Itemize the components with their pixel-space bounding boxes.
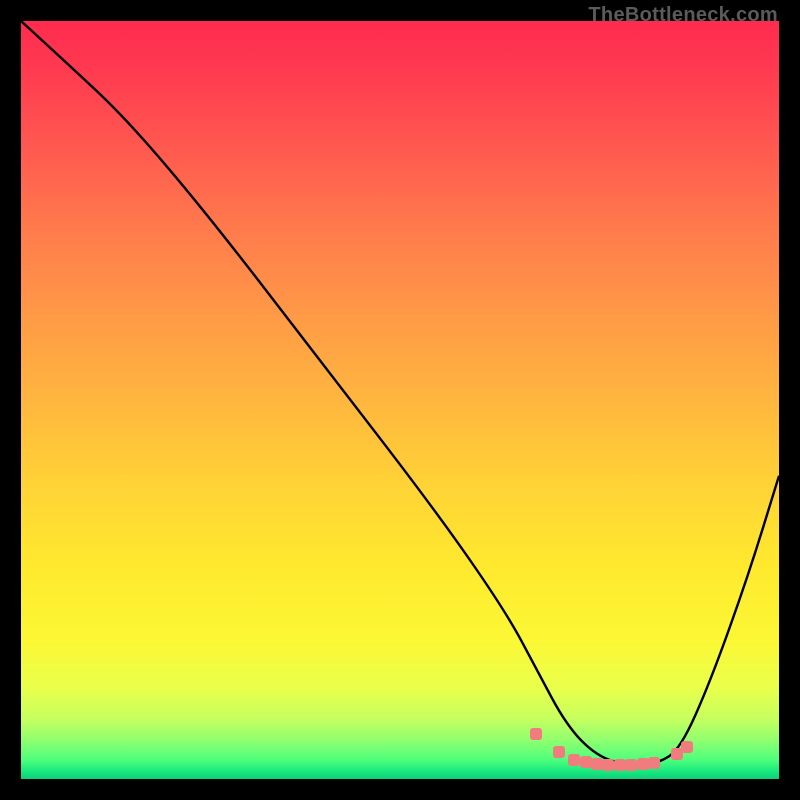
bead-marker (568, 754, 580, 766)
flat-region-beads (21, 21, 779, 779)
page-root: TheBottleneck.com (0, 0, 800, 800)
bead-marker (625, 759, 637, 771)
bead-marker (553, 746, 565, 758)
bead-marker (580, 756, 592, 768)
watermark-text: TheBottleneck.com (588, 4, 778, 27)
bead-marker (681, 741, 693, 753)
bead-marker (637, 758, 649, 770)
bead-marker (614, 759, 626, 771)
bead-marker (648, 757, 660, 769)
plot-area (21, 21, 779, 779)
bead-marker (530, 728, 542, 740)
bead-marker (591, 758, 603, 770)
bead-marker (602, 759, 614, 771)
